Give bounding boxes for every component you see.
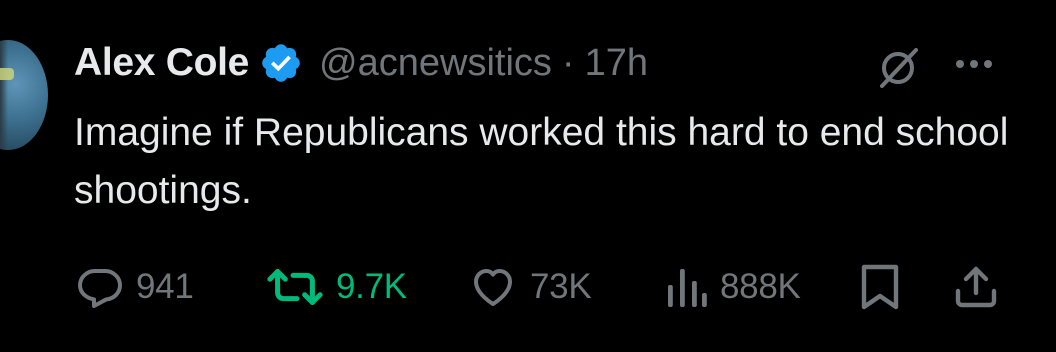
views-count: 888K	[720, 267, 801, 306]
tweet-text: Imagine if Republicans worked this hard …	[74, 111, 1009, 212]
heart-icon	[474, 269, 512, 306]
tweet-card[interactable]: Alex Cole @acnewsitics · 17h Imagine if …	[0, 0, 1056, 352]
share-icon	[955, 266, 997, 308]
reply-button[interactable]: 941	[76, 262, 194, 312]
retweet-count: 9.7K	[336, 267, 407, 306]
grok-icon[interactable]	[874, 44, 922, 92]
ellipsis-icon[interactable]	[950, 52, 998, 76]
avatar-glasses	[0, 68, 14, 80]
share-button[interactable]	[952, 262, 1000, 312]
verified-badge-icon[interactable]	[259, 41, 303, 85]
separator-dot: ·	[561, 41, 575, 84]
bookmark-button[interactable]	[858, 262, 902, 312]
like-button[interactable]: 73K	[468, 262, 592, 312]
like-count: 73K	[530, 267, 592, 306]
retweet-button[interactable]: 9.7K	[266, 262, 407, 312]
timestamp[interactable]: 17h	[585, 42, 648, 85]
reply-count: 941	[136, 267, 194, 306]
tweet-header: Alex Cole @acnewsitics · 17h	[74, 40, 648, 86]
bookmark-icon	[861, 264, 899, 310]
action-bar: 941 9.7K 73K 888K	[0, 262, 1056, 312]
views-button[interactable]: 888K	[664, 262, 801, 312]
bar-chart-icon	[668, 269, 707, 307]
author-handle[interactable]: @acnewsitics	[319, 42, 552, 85]
speech-bubble-icon	[78, 269, 122, 308]
author-name[interactable]: Alex Cole	[74, 41, 249, 85]
retweet-icon	[267, 269, 323, 305]
avatar[interactable]	[0, 40, 48, 150]
avatar-shade	[0, 40, 8, 150]
